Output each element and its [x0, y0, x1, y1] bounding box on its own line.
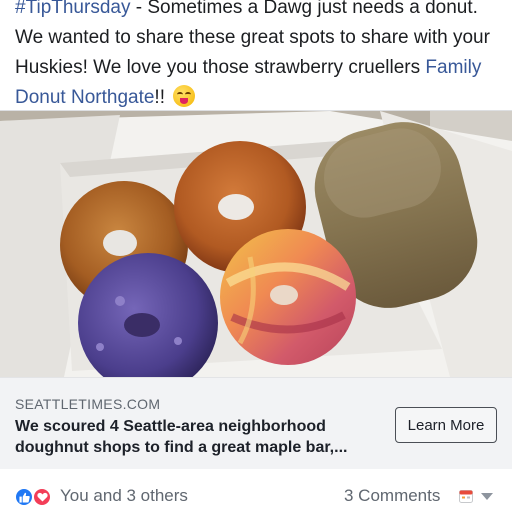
post-text-part2: !!: [154, 87, 165, 108]
love-icon: [32, 487, 52, 507]
reactors-text[interactable]: You and 3 others: [60, 486, 188, 506]
link-caption[interactable]: SEATTLETIMES.COM We scoured 4 Seattle-ar…: [0, 377, 512, 469]
link-title[interactable]: We scoured 4 Seattle-area neighborhood d…: [15, 416, 385, 458]
post-footer: You and 3 others 3 Comments: [0, 480, 512, 512]
box-of-donuts-image[interactable]: [0, 111, 512, 377]
chevron-down-icon[interactable]: [481, 493, 493, 500]
savoring-food-face-icon: [173, 85, 196, 107]
post-text: #TipThursday - Sometimes a Dawg just nee…: [15, 0, 505, 113]
calendar-icon[interactable]: [459, 489, 473, 503]
reactions-summary[interactable]: [14, 487, 56, 507]
learn-more-button[interactable]: Learn More: [395, 407, 497, 443]
hashtag-link[interactable]: #TipThursday: [15, 0, 130, 18]
link-preview-card[interactable]: SEATTLETIMES.COM We scoured 4 Seattle-ar…: [0, 110, 512, 469]
like-icon: [14, 487, 34, 507]
link-domain: SEATTLETIMES.COM: [15, 396, 161, 412]
comments-count[interactable]: 3 Comments: [344, 486, 440, 506]
